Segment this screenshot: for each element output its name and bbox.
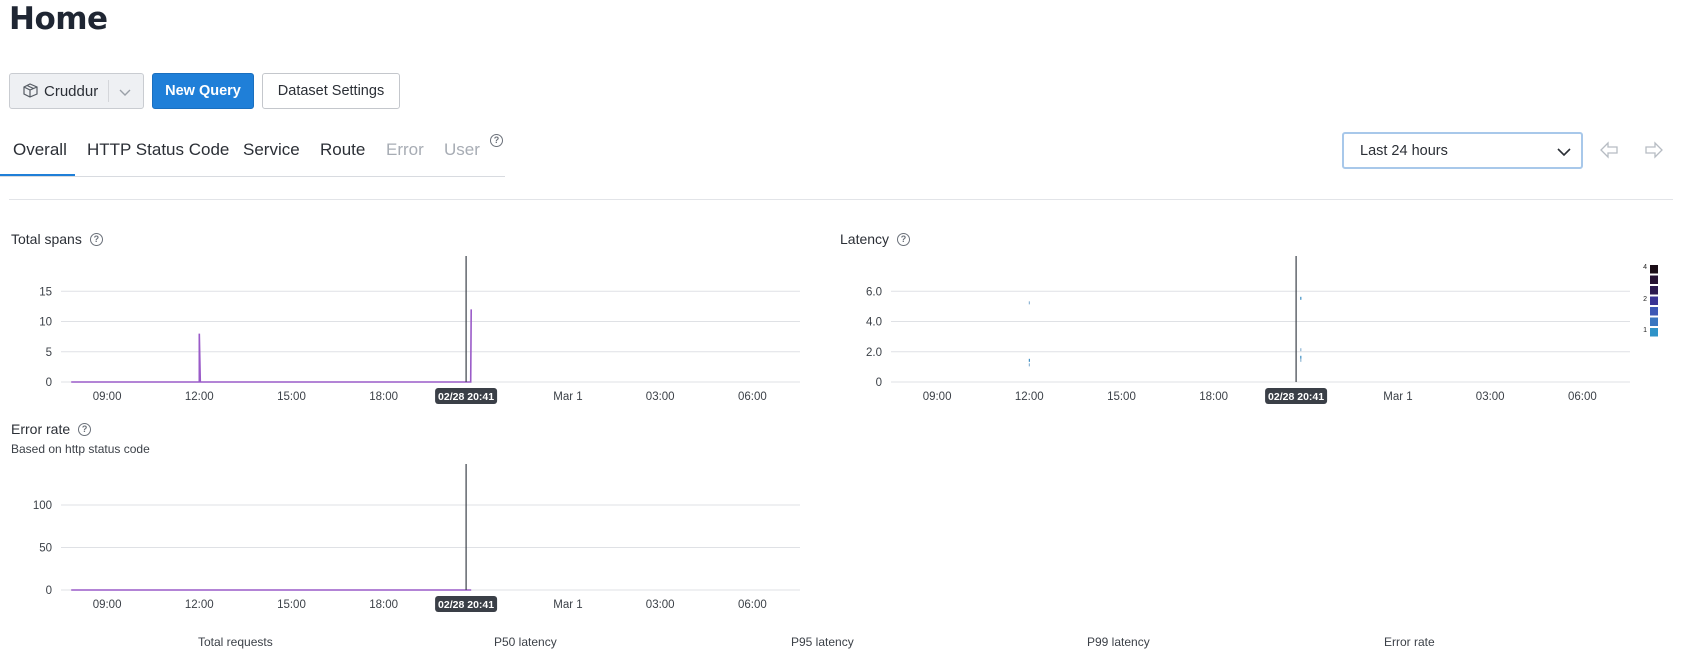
x-tick-label: 15:00 (1107, 391, 1136, 403)
x-tick-label: 06:00 (1568, 391, 1597, 403)
heatmap-cell (1300, 296, 1302, 300)
x-tick-label: 09:00 (93, 391, 122, 403)
time-marker-badge: 02/28 20:41 (435, 596, 498, 612)
total-spans-chart[interactable]: 0 5 10 15 09:00 12:00 15:00 18:00 Mar 1 03:00 06:0… (0, 250, 810, 410)
heatmap-cell (1300, 348, 1302, 352)
legend-swatch (1650, 286, 1658, 295)
cube-icon (22, 83, 40, 99)
time-range-select[interactable]: Last 24 hours (1342, 132, 1583, 169)
legend-swatch (1650, 307, 1658, 316)
heatmap-cell (1300, 358, 1302, 362)
legend-label: 4 (1643, 264, 1647, 271)
chevron-down-icon (1555, 143, 1573, 165)
dataset-select[interactable]: Cruddur (9, 73, 144, 109)
legend-swatch (1650, 328, 1658, 337)
x-tick-label: Mar 1 (553, 391, 582, 403)
x-tick-label: 06:00 (738, 599, 767, 611)
question-circle-icon[interactable]: ? (78, 422, 92, 436)
x-tick-label: Mar 1 (553, 599, 582, 611)
section-divider (9, 199, 1673, 200)
question-circle-icon[interactable]: ? (490, 134, 503, 147)
toolbar: Cruddur New Query Dataset Settings (9, 73, 400, 109)
time-range-value: Last 24 hours (1360, 142, 1448, 159)
summary-label: P95 latency (791, 635, 854, 649)
error-rate-chart[interactable]: 0 50 100 09:00 12:00 15:00 18:00 Mar 1 03:00 06:0… (0, 460, 810, 620)
time-marker-label: 02/28 20:41 (438, 599, 494, 611)
x-tick-label: 06:00 (738, 391, 767, 403)
legend-swatch (1650, 317, 1658, 326)
x-tick-label: 12:00 (1015, 391, 1044, 403)
series-line (71, 309, 472, 383)
chevron-down-icon (117, 84, 133, 100)
total-spans-label: Total spans (11, 231, 82, 247)
latency-title: Latency ? (840, 231, 911, 247)
heatmap-cell (1300, 355, 1302, 359)
latency-chart[interactable]: 0 2.0 4.0 6.0 09:00 12:00 15:00 18:00 Mar 1 03:00… (830, 250, 1670, 410)
x-tick-label: Mar 1 (1383, 391, 1412, 403)
active-tab-indicator (0, 174, 75, 176)
time-marker-label: 02/28 20:41 (438, 391, 494, 403)
time-marker-badge: 02/28 20:41 (435, 388, 498, 404)
error-rate-label: Error rate (11, 421, 71, 437)
x-tick-label: 15:00 (277, 391, 306, 403)
legend-swatch (1650, 296, 1658, 305)
time-marker-label: 02/28 20:41 (1268, 391, 1324, 403)
heatmap-cell (1028, 363, 1030, 367)
question-circle-icon[interactable]: ? (897, 232, 911, 246)
tab-http-status-code[interactable]: HTTP Status Code (87, 140, 229, 160)
dataset-select-value: Cruddur (44, 82, 99, 100)
arrow-left-icon[interactable] (1599, 140, 1619, 162)
summary-label: Error rate (1384, 635, 1435, 649)
error-rate-subtitle: Based on http status code (11, 442, 150, 456)
legend-label: 1 (1643, 327, 1647, 334)
x-tick-label: 03:00 (646, 599, 675, 611)
x-tick-label: 09:00 (923, 391, 952, 403)
y-tick-label: 50 (39, 543, 52, 555)
arrow-right-icon[interactable] (1644, 140, 1664, 162)
x-tick-label: 15:00 (277, 599, 306, 611)
new-query-button[interactable]: New Query (152, 73, 254, 109)
x-tick-label: 03:00 (1476, 391, 1505, 403)
y-tick-label: 10 (39, 317, 52, 329)
tab-bar: Overall HTTP Status Code Service Route E… (0, 137, 505, 177)
legend-label: 2 (1643, 296, 1647, 303)
error-rate-title: Error rate ? (11, 421, 92, 437)
tab-route[interactable]: Route (320, 140, 365, 160)
page-title: Home (9, 1, 108, 37)
x-tick-label: 18:00 (369, 391, 398, 403)
y-tick-label: 5 (46, 347, 52, 359)
legend-swatch (1650, 265, 1658, 274)
x-tick-label: 03:00 (646, 391, 675, 403)
y-tick-label: 15 (39, 286, 52, 298)
y-tick-label: 4.0 (866, 317, 882, 329)
y-tick-label: 6.0 (866, 286, 882, 298)
x-tick-label: 18:00 (369, 599, 398, 611)
y-tick-label: 0 (876, 377, 882, 389)
x-tick-label: 18:00 (1199, 391, 1228, 403)
dataset-settings-button[interactable]: Dataset Settings (262, 73, 400, 109)
time-marker-badge: 02/28 20:41 (1265, 388, 1328, 404)
x-tick-label: 09:00 (93, 599, 122, 611)
heatmap-cell (1028, 301, 1030, 305)
y-tick-label: 2.0 (866, 347, 882, 359)
question-circle-icon[interactable]: ? (89, 232, 103, 246)
y-tick-label: 0 (46, 377, 52, 389)
x-tick-label: 12:00 (185, 391, 214, 403)
tab-error: Error (386, 140, 424, 159)
latency-label: Latency (840, 231, 890, 247)
select-divider (108, 80, 109, 102)
x-tick-label: 12:00 (185, 599, 214, 611)
summary-label: P99 latency (1087, 635, 1150, 649)
tab-service[interactable]: Service (243, 140, 300, 160)
summary-label: P50 latency (494, 635, 557, 649)
legend-swatch (1650, 275, 1658, 284)
y-tick-label: 0 (46, 585, 52, 597)
heatmap-cell (1028, 358, 1030, 362)
total-spans-title: Total spans ? (11, 231, 103, 247)
y-tick-label: 100 (33, 500, 52, 512)
summary-label: Total requests (198, 635, 273, 649)
tab-user: User (444, 140, 480, 159)
tab-overall[interactable]: Overall (13, 140, 67, 160)
